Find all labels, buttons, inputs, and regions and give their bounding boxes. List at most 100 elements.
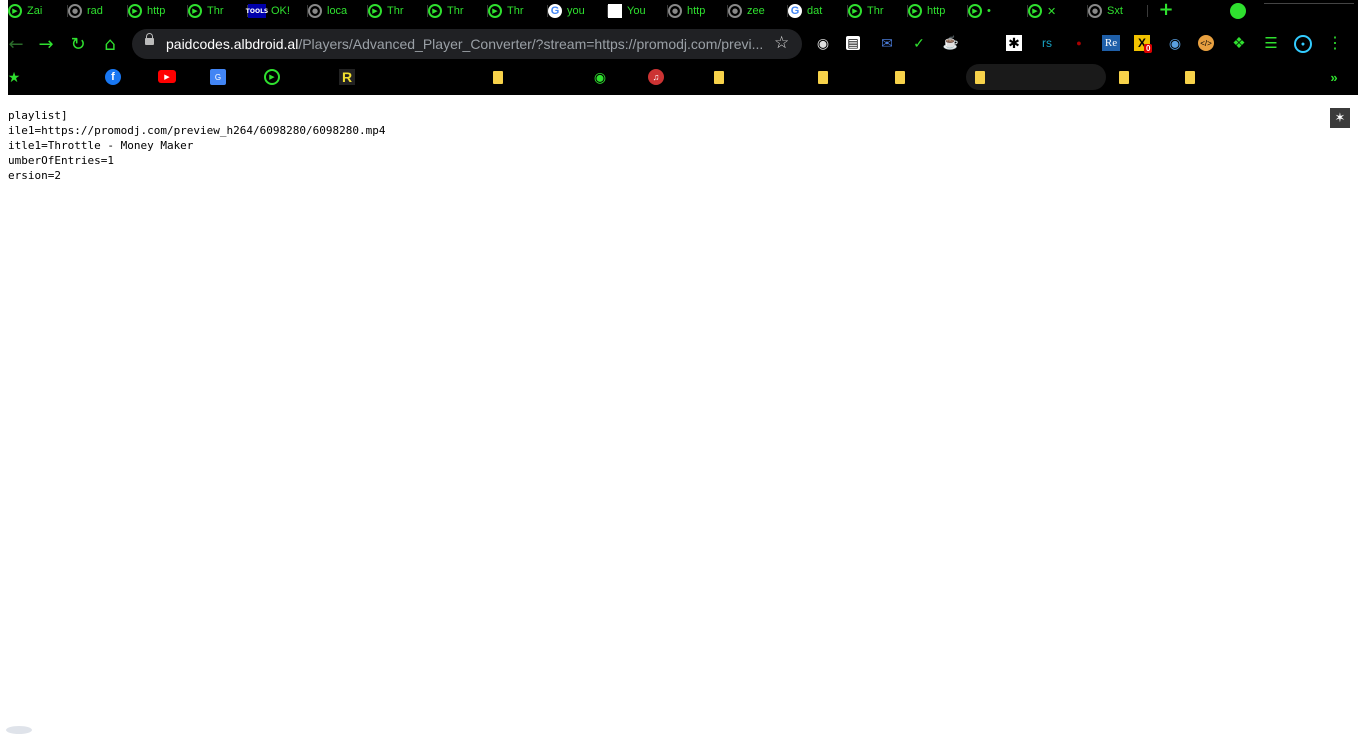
tab-title: You — [627, 5, 646, 17]
folder-bookmark-icon[interactable] — [711, 69, 727, 85]
folder-bookmark-icon[interactable] — [972, 69, 988, 85]
browser-tab[interactable]: ▶ Zai — [8, 0, 68, 22]
red-dot-extension-icon[interactable]: ● — [1070, 34, 1088, 52]
browser-tab[interactable]: ▶ Thr — [488, 0, 548, 22]
cup-extension-icon[interactable]: ☕ — [942, 34, 960, 52]
puzzle-extensions-icon[interactable]: ❖ — [1230, 34, 1248, 52]
tree-corner-icon[interactable]: ✶ — [1330, 108, 1350, 128]
tab-title: http — [687, 5, 706, 17]
menu-dots-icon[interactable]: ⋮ — [1326, 34, 1344, 52]
play-icon: ▶ — [368, 4, 382, 18]
folder-bookmark-icon[interactable] — [892, 69, 908, 85]
forward-arrow-icon[interactable]: → — [34, 32, 58, 56]
youtube-bookmark-icon[interactable]: ▶ — [158, 70, 176, 83]
browser-tab[interactable]: ▶ http — [908, 0, 968, 22]
text-line: itle1=Throttle - Money Maker — [8, 139, 194, 152]
tab-title: loca — [327, 5, 348, 17]
globe-bookmark-icon[interactable]: ◉ — [592, 69, 608, 85]
browser-tab[interactable]: Gdat — [788, 0, 848, 22]
mail-extension-icon[interactable]: ✉ — [878, 34, 896, 52]
back-arrow-icon[interactable]: ← — [4, 32, 28, 56]
browser-tab[interactable]: ▶ Thr — [188, 0, 248, 22]
page-text-content: playlist] ile1=https://promodj.com/previe… — [8, 108, 386, 183]
globe-grey-icon: ● — [728, 4, 742, 18]
play-icon: ▶ — [848, 4, 862, 18]
browser-tab[interactable]: ▶ http — [128, 0, 188, 22]
url-path: /Players/Advanced_Player_Converter/?stre… — [298, 36, 764, 52]
google-icon: G — [548, 4, 562, 18]
play-icon: ▶ — [1028, 4, 1042, 18]
re-extension-icon[interactable]: Re — [1102, 35, 1120, 51]
browser-tab[interactable]: Gyou — [548, 0, 608, 22]
tab-title: Sxt — [1107, 5, 1123, 17]
text-line: ile1=https://promodj.com/preview_h264/60… — [8, 124, 386, 137]
globe-grey-icon: ● — [68, 4, 82, 18]
bookmark-star-icon[interactable]: ★ — [6, 69, 22, 85]
bookmark-star-icon[interactable]: ☆ — [774, 33, 789, 53]
folder-bookmark-icon[interactable] — [815, 69, 831, 85]
play-icon: ▶ — [8, 4, 22, 18]
tab-title: http — [147, 5, 166, 17]
navigation-bar: ← → ↻ ⌂ paidcodes.albdroid.al/Players/Ad… — [8, 28, 1358, 62]
tools-icon: TOOLS — [246, 4, 268, 18]
address-bar[interactable]: paidcodes.albdroid.al/Players/Advanced_P… — [132, 29, 802, 59]
radio-bookmark-icon[interactable]: ♫ — [648, 69, 664, 85]
browser-tab[interactable]: ● loca — [308, 0, 368, 22]
tab-title: Thr — [207, 5, 224, 17]
x-extension-icon[interactable]: X0 — [1134, 35, 1153, 53]
r-bookmark-icon[interactable]: R — [339, 69, 355, 85]
check-extension-icon[interactable]: ✓ — [910, 34, 928, 52]
tab-title: rad — [87, 5, 103, 17]
folder-bookmark-icon[interactable] — [490, 69, 506, 85]
google-icon: G — [788, 4, 802, 18]
play-icon: ▶ — [188, 4, 202, 18]
folder-bookmark-icon[interactable] — [1182, 69, 1198, 85]
play-icon: ▶ — [428, 4, 442, 18]
facebook-bookmark-icon[interactable]: f — [105, 69, 121, 85]
browser-tab[interactable]: ▶ • — [968, 0, 1028, 22]
browser-tab[interactable]: TOOLS OK! — [246, 0, 308, 22]
browser-tab[interactable]: ▶ Thr — [368, 0, 428, 22]
globe-grey-icon: ● — [1088, 4, 1102, 18]
more-bookmarks-chevron-icon[interactable]: » — [1326, 69, 1342, 85]
browser-tab[interactable]: ● zee — [728, 0, 788, 22]
browser-tab[interactable]: ▶ Thr — [848, 0, 908, 22]
tab-title: • — [987, 5, 991, 17]
tab-title: Thr — [447, 5, 464, 17]
reload-icon[interactable]: ↻ — [66, 32, 90, 56]
target-extension-icon[interactable]: ● — [1294, 35, 1312, 53]
code-extension-icon[interactable]: </> — [1198, 35, 1214, 51]
translate-bookmark-icon[interactable]: G — [210, 69, 226, 85]
url-text[interactable]: paidcodes.albdroid.al/Players/Advanced_P… — [166, 36, 763, 52]
tab-title: Thr — [387, 5, 404, 17]
browser-tab[interactable]: ● http — [668, 0, 728, 22]
extension-badge: 0 — [1144, 44, 1153, 53]
browser-tab[interactable]: ● rad — [68, 0, 128, 22]
doc-extension-icon[interactable]: ▤ — [846, 36, 860, 50]
play-icon: ▶ — [488, 4, 502, 18]
folder-bookmark-icon[interactable] — [1116, 69, 1132, 85]
lock-icon[interactable] — [145, 33, 154, 45]
earth-extension-icon[interactable]: ◉ — [1166, 34, 1184, 52]
browser-tab[interactable]: You — [608, 0, 668, 22]
browser-tab[interactable]: ▶ ✕ — [1028, 0, 1088, 22]
text-line: ersion=2 — [8, 169, 61, 182]
url-host: paidcodes.albdroid.al — [166, 36, 299, 52]
profile-icon[interactable] — [1230, 3, 1246, 19]
rs-extension-icon[interactable]: rs — [1038, 34, 1056, 52]
tab-title: ✕ — [1047, 5, 1057, 18]
media-queue-icon[interactable]: ☰ — [1262, 34, 1280, 52]
browser-tab[interactable]: ▶ Thr — [428, 0, 488, 22]
home-icon[interactable]: ⌂ — [98, 32, 122, 56]
tab-title: OK! — [271, 5, 290, 17]
tab-title: Zai — [27, 5, 43, 17]
browser-tab[interactable]: ● Sxt — [1088, 0, 1148, 22]
bookmarks-bar: ★ f ▶ G ▶ R ◉ ♫ » — [8, 64, 1358, 90]
text-line: playlist] — [8, 109, 68, 122]
play-icon: ▶ — [128, 4, 142, 18]
asterisk-extension-icon[interactable]: ✱ — [1006, 35, 1022, 51]
new-tab-button[interactable]: + — [1156, 0, 1176, 22]
tab-title: dat — [807, 5, 823, 17]
globe-extension-icon[interactable]: ◉ — [814, 34, 832, 52]
play-bookmark-icon[interactable]: ▶ — [264, 69, 280, 85]
